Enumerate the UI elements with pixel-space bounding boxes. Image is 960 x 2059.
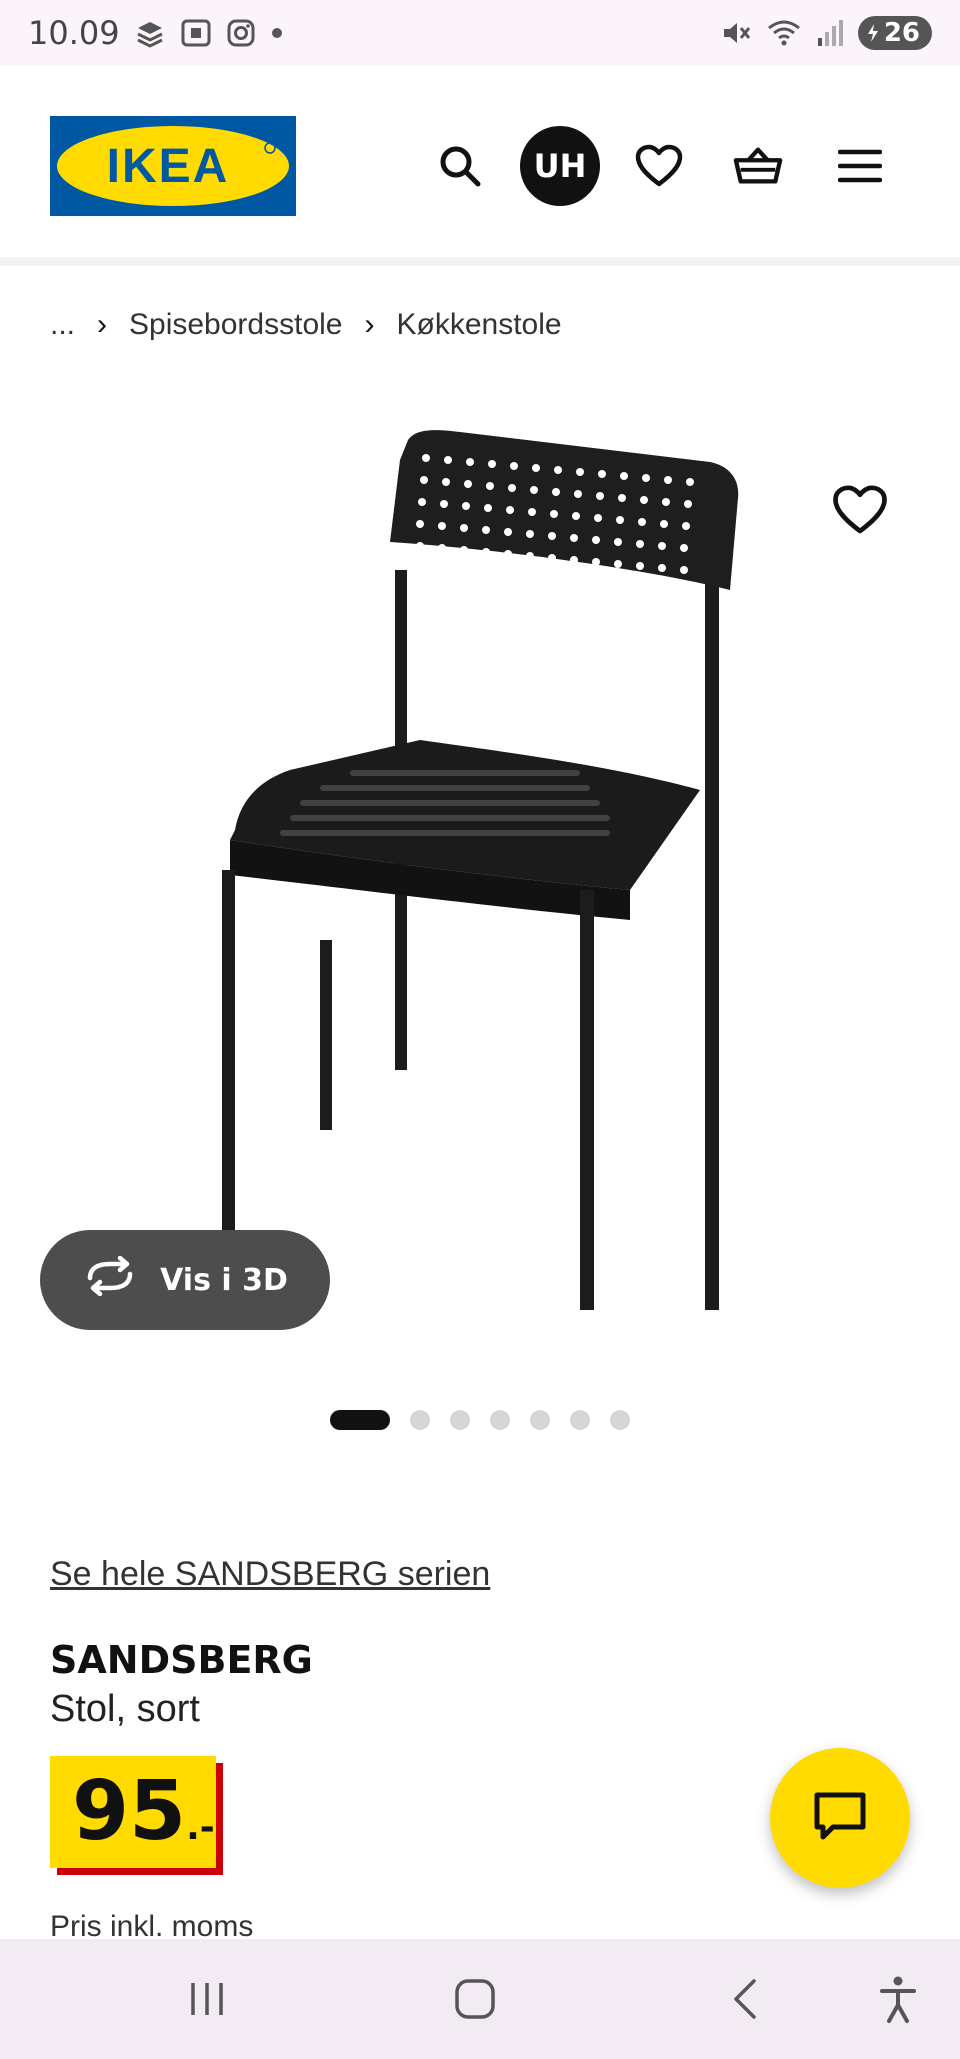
breadcrumb-item-spisebordsstole[interactable]: Spisebordsstole xyxy=(129,308,342,342)
basket-icon[interactable] xyxy=(733,141,783,191)
gallery-dot-5[interactable] xyxy=(530,1410,550,1430)
gallery-dot-2[interactable] xyxy=(410,1410,430,1430)
heart-icon[interactable] xyxy=(634,141,684,191)
ikea-logo[interactable]: IKEA xyxy=(50,116,296,216)
signal-icon xyxy=(816,18,844,48)
battery-level: 26 xyxy=(883,18,920,48)
search-icon[interactable] xyxy=(435,141,485,191)
logo-text: IKEA xyxy=(107,140,230,193)
product-name: SANDSBERG xyxy=(50,1638,313,1682)
user-avatar[interactable]: UH xyxy=(520,126,600,206)
gallery-pagination xyxy=(330,1410,630,1430)
gallery-dot-7[interactable] xyxy=(610,1410,630,1430)
site-header: IKEA UH xyxy=(0,66,960,266)
breadcrumb: ... › Spisebordsstole › Køkkenstole xyxy=(50,308,562,342)
notification-stack-icon xyxy=(134,18,166,48)
accessibility-icon[interactable] xyxy=(878,1975,918,2023)
gallery-dot-1[interactable] xyxy=(330,1410,390,1430)
gallery-dot-4[interactable] xyxy=(490,1410,510,1430)
status-bar: 10.09 26 xyxy=(0,0,960,66)
series-link[interactable]: Se hele SANDSBERG serien xyxy=(50,1555,490,1594)
view-in-3d-label: Vis i 3D xyxy=(160,1262,288,1298)
back-icon[interactable] xyxy=(728,1977,762,2021)
battery-icon: 26 xyxy=(857,16,932,50)
chat-button[interactable] xyxy=(770,1748,910,1888)
system-nav-bar xyxy=(0,1939,960,2059)
mute-icon xyxy=(720,18,752,48)
avatar-initials: UH xyxy=(533,147,587,185)
gallery-dot-6[interactable] xyxy=(570,1410,590,1430)
product-image[interactable] xyxy=(190,420,770,1360)
chevron-right-icon: › xyxy=(364,308,375,341)
instagram-icon xyxy=(226,18,256,48)
dot-icon xyxy=(270,26,284,40)
rotate-3d-icon xyxy=(82,1255,138,1304)
breadcrumb-item-kokkenstole[interactable]: Køkkenstole xyxy=(396,308,561,342)
wifi-icon xyxy=(766,18,802,48)
chat-icon xyxy=(813,1791,867,1845)
status-time: 10.09 xyxy=(28,14,120,52)
view-in-3d-button[interactable]: Vis i 3D xyxy=(40,1230,330,1330)
home-icon[interactable] xyxy=(453,1977,497,2021)
product-description: Stol, sort xyxy=(50,1688,200,1730)
screenshot-icon xyxy=(180,18,212,48)
price-tag: 95 .- xyxy=(50,1756,216,1868)
gallery-dot-3[interactable] xyxy=(450,1410,470,1430)
chevron-right-icon: › xyxy=(97,308,108,341)
price-value: 95 xyxy=(72,1764,187,1859)
breadcrumb-ellipsis[interactable]: ... xyxy=(50,308,75,342)
favorite-heart-icon[interactable] xyxy=(832,484,888,540)
price-suffix: .- xyxy=(186,1807,215,1848)
menu-icon[interactable] xyxy=(835,141,885,191)
recents-icon[interactable] xyxy=(187,1979,227,2019)
